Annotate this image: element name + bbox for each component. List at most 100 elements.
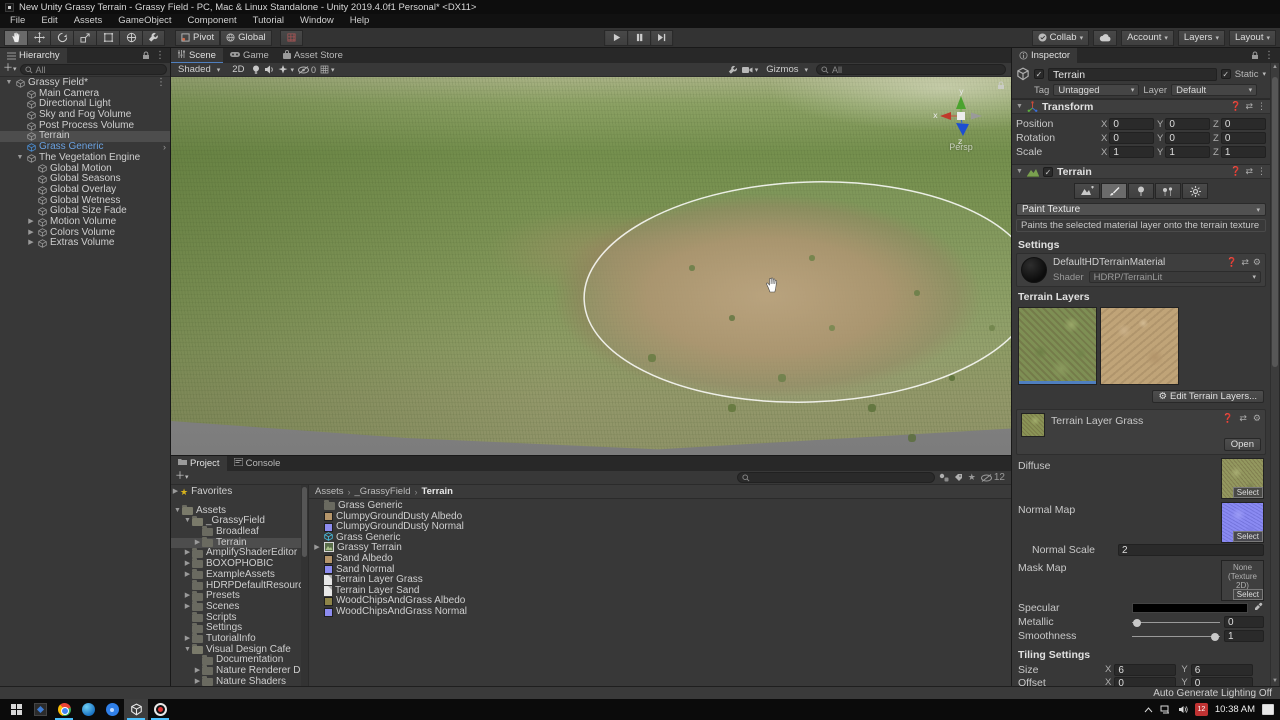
taskbar-edge-icon[interactable] — [76, 699, 100, 720]
expander-icon[interactable]: ▶ — [183, 559, 192, 570]
metallic-field[interactable]: 0 — [1224, 616, 1264, 628]
2d-toggle[interactable]: 2D — [228, 64, 248, 76]
lock-icon[interactable] — [1251, 51, 1259, 60]
scene-hidden-count[interactable]: 0 — [297, 65, 316, 75]
asset-woodchipsandgrass-normal[interactable]: WoodChipsAndGrass Normal — [313, 606, 1011, 618]
global-toggle-button[interactable]: Global — [220, 29, 272, 46]
terrain-settings-tool[interactable] — [1182, 183, 1208, 199]
expander-icon[interactable]: ▶ — [183, 548, 192, 559]
rotate-tool-button[interactable] — [50, 29, 73, 46]
network-icon[interactable] — [1160, 705, 1171, 714]
select-button[interactable]: Select — [1232, 487, 1263, 498]
foldout-icon[interactable]: ▼ — [1016, 168, 1023, 175]
favorites-item[interactable]: ▶ ★ Favorites — [171, 486, 308, 498]
asset-clumpygrounddusty-normal[interactable]: ClumpyGroundDusty Normal — [313, 522, 1011, 533]
custom-tool-button[interactable] — [142, 29, 165, 46]
gameobject-name-field[interactable]: Terrain — [1048, 67, 1217, 81]
project-create-button[interactable]: ＋▾ — [175, 472, 189, 483]
hierarchy-search-input[interactable]: All — [19, 64, 167, 75]
scene-tools-icon[interactable] — [728, 65, 738, 75]
asset-grass-generic[interactable]: Grass Generic — [313, 532, 1011, 544]
offset-x-field[interactable]: 0 — [1114, 676, 1177, 686]
favorites-filter-icon[interactable]: ★ — [968, 472, 976, 483]
scene-menu-icon[interactable]: ⋮ — [156, 77, 170, 89]
viewport-lock-icon[interactable] — [997, 81, 1005, 90]
static-dropdown-caret[interactable]: ▾ — [1262, 70, 1266, 78]
tab-asset-store[interactable]: Asset Store — [275, 48, 350, 63]
create-button[interactable]: ＋▾ — [3, 64, 17, 75]
scene-search-input[interactable]: All — [816, 64, 1006, 75]
taskbar-unity-icon[interactable] — [124, 699, 148, 720]
position-y-field[interactable]: 0 — [1165, 118, 1210, 130]
size-y-field[interactable]: 6 — [1190, 663, 1253, 676]
tab-scene[interactable]: Scene — [171, 48, 223, 63]
expander-icon[interactable]: ▶ — [26, 217, 36, 228]
project-tree-scrollbar[interactable] — [301, 485, 308, 688]
search-by-label-icon[interactable] — [954, 473, 963, 482]
static-checkbox[interactable]: ✓ — [1220, 69, 1231, 79]
scene-audio-toggle[interactable] — [264, 65, 274, 74]
select-button[interactable]: Select — [1232, 589, 1263, 600]
expander-icon[interactable]: ▶ — [183, 602, 192, 613]
clock[interactable]: 10:38 AM — [1215, 704, 1255, 715]
breadcrumb-terrain[interactable]: Terrain — [421, 486, 453, 497]
asset-sand-albedo[interactable]: Sand Albedo — [313, 553, 1011, 565]
smoothness-slider[interactable] — [1132, 631, 1220, 641]
hierarchy-item-post-process-volume[interactable]: Post Process Volume — [0, 120, 170, 132]
select-button[interactable]: Select — [1232, 531, 1263, 542]
tag-dropdown[interactable]: Untagged ▾ — [1053, 84, 1140, 96]
layer-grass-mini-thumbnail[interactable] — [1021, 413, 1045, 437]
active-checkbox[interactable]: ✓ — [1034, 69, 1044, 79]
menu-assets[interactable]: Assets — [66, 14, 111, 28]
rotation-y-field[interactable]: 0 — [1165, 132, 1210, 144]
start-button[interactable] — [4, 699, 28, 720]
grid-snap-button[interactable] — [279, 29, 303, 46]
menu-edit[interactable]: Edit — [33, 14, 65, 28]
rotation-x-field[interactable]: 0 — [1109, 132, 1154, 144]
rotation-z-field[interactable]: 0 — [1220, 132, 1266, 144]
panel-menu-icon[interactable]: ⋮ — [155, 50, 165, 61]
mask-map-texture-slot[interactable]: None (Texture 2D) Select — [1221, 560, 1264, 601]
normal-scale-field[interactable]: 2 — [1118, 544, 1264, 556]
volume-icon[interactable] — [1178, 705, 1188, 714]
component-menu-icon[interactable]: ⋮ — [1257, 101, 1266, 112]
position-x-field[interactable]: 0 — [1109, 118, 1154, 130]
diffuse-texture-slot[interactable]: Select — [1221, 458, 1264, 499]
help-icon[interactable]: ❓ — [1222, 413, 1233, 424]
presets-icon[interactable]: ⇄ — [1241, 257, 1249, 268]
pause-button[interactable] — [627, 29, 651, 46]
pivot-toggle-button[interactable]: Pivot — [175, 29, 221, 46]
hierarchy-item-the-vegetation-engine[interactable]: ▼ The Vegetation Engine — [0, 152, 170, 164]
collab-button[interactable]: Collab ▾ — [1031, 29, 1090, 46]
terrain-component-header[interactable]: ▼ ✓ Terrain ❓ ⇄ ⋮ — [1012, 164, 1270, 179]
component-enabled-checkbox[interactable]: ✓ — [1042, 166, 1053, 177]
help-icon[interactable]: ❓ — [1230, 166, 1241, 177]
presets-icon[interactable]: ⇄ — [1245, 166, 1253, 177]
expander-icon[interactable]: ▼ — [183, 645, 192, 656]
menu-tutorial[interactable]: Tutorial — [245, 14, 292, 28]
search-by-type-icon[interactable] — [939, 473, 949, 482]
expander-icon[interactable]: ▶ — [193, 538, 202, 549]
taskbar-app-icon[interactable] — [28, 699, 52, 720]
position-z-field[interactable]: 0 — [1220, 118, 1266, 130]
layer-dropdown[interactable]: Default ▾ — [1171, 84, 1258, 96]
menu-component[interactable]: Component — [180, 14, 245, 28]
open-layer-button[interactable]: Open — [1223, 438, 1261, 451]
transform-component-header[interactable]: ▼ Transform ❓ ⇄ ⋮ — [1012, 99, 1270, 114]
presets-icon[interactable]: ⇄ — [1239, 413, 1247, 424]
terrain-layer-sand-thumbnail[interactable] — [1100, 307, 1179, 385]
scale-y-field[interactable]: 1 — [1165, 146, 1210, 158]
calendar-badge[interactable]: 12 — [1194, 703, 1208, 716]
scene-viewport[interactable]: y x z Persp — [171, 77, 1011, 455]
expander-icon[interactable]: ▶ — [313, 543, 321, 554]
shading-mode-dropdown[interactable]: Shaded ▾ — [174, 64, 224, 76]
scale-x-field[interactable]: 1 — [1109, 146, 1154, 158]
gear-icon[interactable]: ⚙ — [1253, 257, 1261, 268]
offset-y-field[interactable]: 0 — [1190, 676, 1253, 686]
project-folder-exampleassets[interactable]: ▶ ExampleAssets — [171, 569, 308, 581]
tab-inspector[interactable]: Inspector — [1012, 48, 1078, 63]
scene-lighting-toggle[interactable] — [252, 65, 260, 75]
paint-trees-tool[interactable] — [1128, 183, 1154, 199]
move-tool-button[interactable] — [27, 29, 50, 46]
scene-orientation-gizmo[interactable]: y x z Persp — [929, 87, 993, 152]
